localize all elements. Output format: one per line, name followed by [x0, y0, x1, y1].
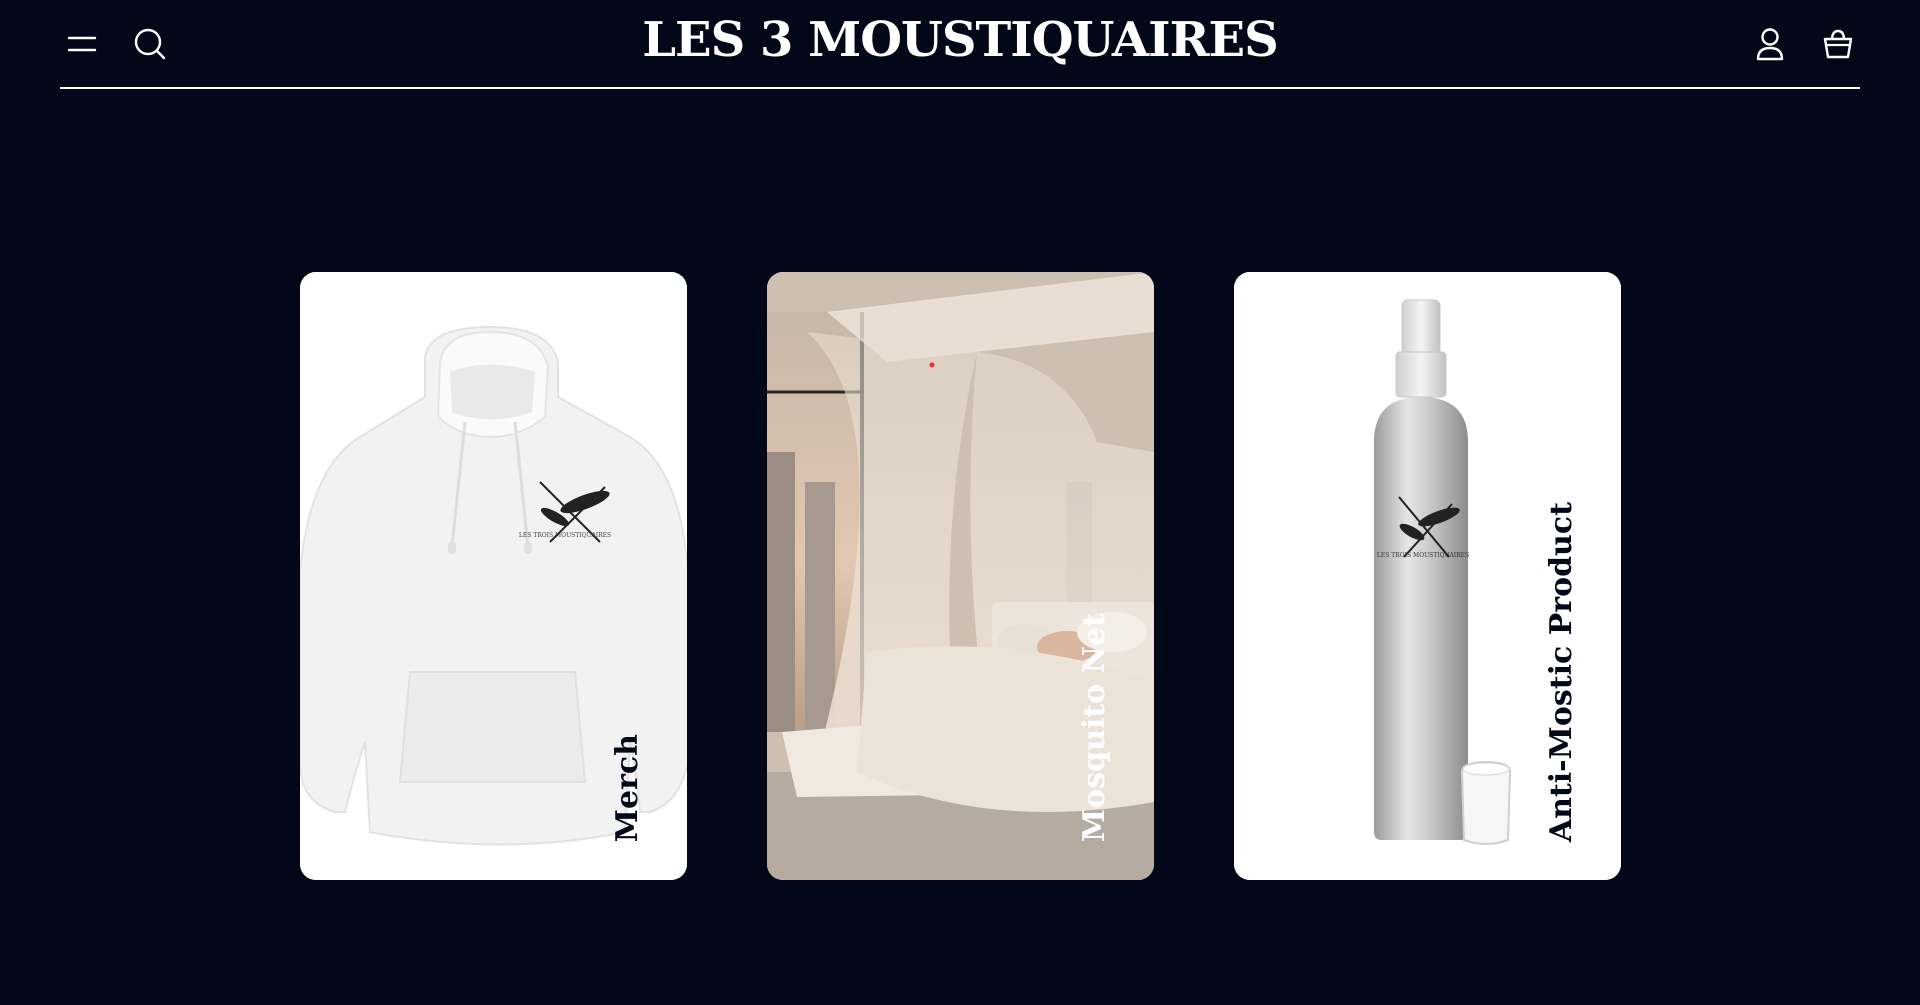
category-card-mosquito-net[interactable]: Mosquito Net — [767, 272, 1154, 880]
account-button[interactable] — [1748, 22, 1792, 66]
site-header: LES 3 MOUSTIQUAIRES — [60, 0, 1860, 89]
category-cards: LES TROIS MOUSTIQUAIRES Merch Mosquito N… — [300, 272, 1621, 880]
category-label-anti-mostic-product: Anti-Mostic Product — [1544, 501, 1579, 842]
category-card-anti-mostic-product[interactable]: LES TROIS MOUSTIQUAIRES Anti-Mostic Prod… — [1234, 272, 1621, 880]
account-icon — [1756, 28, 1784, 61]
category-label-merch: Merch — [610, 733, 645, 842]
svg-text:LES TROIS MOUSTIQUAIRES: LES TROIS MOUSTIQUAIRES — [519, 532, 611, 539]
cart-button[interactable] — [1816, 22, 1860, 66]
svg-text:LES TROIS MOUSTIQUAIRES: LES TROIS MOUSTIQUAIRES — [1377, 552, 1469, 559]
category-label-mosquito-net: Mosquito Net — [1077, 613, 1112, 842]
site-logo[interactable]: LES 3 MOUSTIQUAIRES — [60, 12, 1860, 68]
cart-icon — [1823, 29, 1853, 59]
category-card-merch[interactable]: LES TROIS MOUSTIQUAIRES Merch — [300, 272, 687, 880]
